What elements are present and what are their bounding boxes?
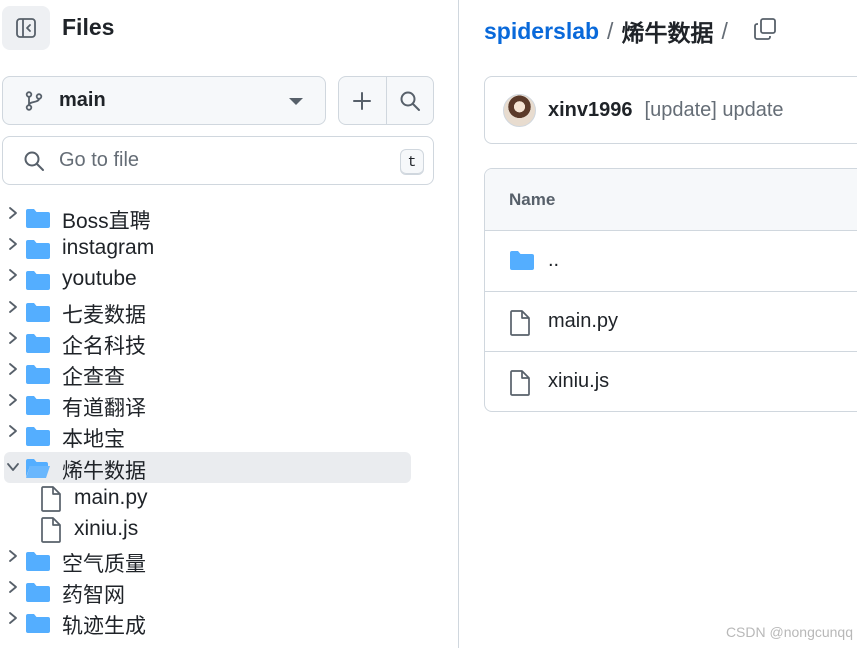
breadcrumb-repo-link[interactable]: spiderslab [484,18,599,45]
folder-icon [509,249,535,275]
tree-item-file[interactable]: main.py [0,483,412,514]
chevron-right-icon[interactable] [6,237,20,251]
folder-icon [25,238,51,260]
folder-icon [25,207,51,229]
tree-item-label: instagram [62,236,155,260]
folder-icon [25,332,51,354]
table-row[interactable]: xiniu.js [485,352,857,411]
folder-icon [25,425,51,447]
folder-icon [25,612,51,634]
chevron-right-icon[interactable] [6,580,20,594]
tree-item-label: Boss直聘 [62,210,151,233]
tree-item-folder[interactable]: 空气质量 [0,545,412,576]
commit-author[interactable]: xinv1996 [548,99,633,122]
file-name-link[interactable]: xiniu.js [548,370,609,393]
search-code-button[interactable] [385,77,433,124]
tree-item-file[interactable]: xiniu.js [0,514,412,545]
go-to-file-placeholder: Go to file [59,149,140,171]
folder-icon [25,550,51,572]
tree-item-folder[interactable]: 轨迹生成 [0,607,412,638]
chevron-right-icon[interactable] [6,362,20,376]
tree-item-label: 企名科技 [62,334,146,358]
folder-open-icon [25,457,51,479]
tree-item-label: 轨迹生成 [62,615,146,639]
chevron-down-icon[interactable] [6,460,20,474]
copy-path-button[interactable] [750,14,780,44]
dropdown-caret-icon [289,98,303,105]
tree-item-folder[interactable]: 企名科技 [0,327,412,358]
tree-item-label: youtube [62,267,137,291]
file-tree: Boss直聘 instagram youtube 七麦数据企名科技企查查有道翻译本地宝… [0,202,412,639]
tree-item-folder[interactable]: youtube [0,264,412,295]
file-name-link[interactable]: .. [548,249,559,272]
table-body: .. main.py xiniu.js [485,231,857,411]
chevron-right-icon[interactable] [6,206,20,220]
tree-item-label: 药智网 [62,584,125,608]
file-icon [40,485,62,512]
chevron-right-icon[interactable] [6,331,20,345]
tree-item-label: xiniu.js [74,516,139,540]
chevron-right-icon[interactable] [6,611,20,625]
file-table: Name .. main.py xiniu.js [484,168,857,412]
search-icon [400,91,420,111]
file-icon [40,517,62,543]
table-row[interactable]: main.py [485,292,857,352]
column-header-name: Name [509,189,556,209]
file-tree-panel: Files main Go to file t Boss直聘 instagram… [0,0,459,648]
chevron-right-icon[interactable] [6,300,20,314]
tree-item-label: 七麦数据 [62,303,146,327]
tree-item-folder[interactable]: 七麦数据 [0,296,412,327]
avatar[interactable] [503,93,536,127]
branch-selector-button[interactable]: main [2,76,326,125]
folder-icon [25,394,51,416]
latest-commit-bar: xinv1996 [update] update [484,76,857,144]
file-icon [509,370,535,396]
add-file-button[interactable] [339,77,386,124]
branch-name: main [59,89,106,111]
copy-icon [754,18,776,40]
git-branch-icon [23,90,45,112]
sidebar-toggle-button[interactable] [2,6,50,50]
file-name-link[interactable]: main.py [548,310,618,333]
file-icon [509,309,535,336]
tree-item-folder[interactable]: 烯牛数据 [4,451,411,483]
tree-item-folder[interactable]: instagram [0,233,412,264]
tree-item-folder[interactable]: 本地宝 [0,420,412,451]
tree-item-folder[interactable]: 药智网 [0,576,412,607]
keyboard-shortcut-hint: t [400,149,424,175]
folder-icon [25,301,51,323]
tree-item-label: 空气质量 [62,553,146,577]
breadcrumb-separator: / [607,17,614,44]
tree-item-folder[interactable]: 企查查 [0,358,412,389]
watermark: CSDN @nongcunqq [725,624,853,640]
go-to-file-input[interactable]: Go to file t [2,136,434,185]
tree-item-label: 有道翻译 [62,397,146,421]
folder-icon [25,269,51,291]
chevron-right-icon[interactable] [6,393,20,407]
content-panel: spiderslab / 烯牛数据 / xinv1996 [update] up… [460,0,857,648]
commit-message[interactable]: [update] update [645,99,784,122]
breadcrumb-separator: / [721,17,728,44]
tree-item-label: 烯牛数据 [62,459,146,483]
files-title: Files [62,14,115,40]
tree-item-label: 企查查 [62,365,125,389]
breadcrumb: spiderslab / 烯牛数据 / [484,14,736,48]
tree-item-folder[interactable]: 有道翻译 [0,389,412,420]
folder-icon [25,581,51,603]
sidebar-collapse-icon [16,18,36,38]
tree-item-label: main.py [74,485,148,509]
tree-item-label: 本地宝 [62,428,125,452]
breadcrumb-current-folder: 烯牛数据 [621,20,714,46]
plus-icon [353,91,372,110]
chevron-right-icon[interactable] [6,424,20,438]
chevron-right-icon[interactable] [6,268,20,282]
folder-icon [25,363,51,385]
parent-directory-row[interactable]: .. [485,231,857,292]
table-header: Name [485,169,857,231]
tree-actions [338,76,434,125]
tree-item-folder[interactable]: Boss直聘 [0,202,412,233]
chevron-right-icon[interactable] [6,549,20,563]
search-icon [23,149,47,173]
